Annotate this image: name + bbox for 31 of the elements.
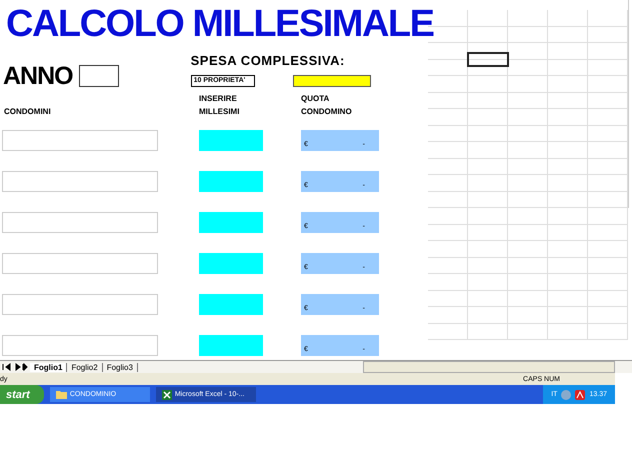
total-expense-field[interactable] — [292, 75, 371, 87]
total-expense-label: SPESA COMPLESSIVA: — [190, 53, 345, 68]
sheet-tab[interactable]: Foglio2 — [67, 362, 103, 372]
sheet-nav-icon[interactable] — [0, 363, 30, 371]
millesimi-field[interactable] — [199, 294, 263, 314]
sheet-tab[interactable]: Foglio3 — [102, 362, 138, 372]
millesimi-field[interactable] — [199, 170, 263, 192]
millesimi-field[interactable] — [199, 212, 263, 232]
millesimi-field[interactable] — [199, 334, 263, 356]
owner-name-field[interactable] — [2, 334, 158, 356]
year-label: ANNO — [3, 62, 73, 90]
owner-name-field[interactable] — [2, 130, 158, 150]
network-icon[interactable] — [561, 390, 572, 400]
selected-cell[interactable] — [467, 52, 509, 67]
millesimi-field[interactable] — [199, 130, 263, 150]
owner-name-field[interactable] — [2, 294, 158, 314]
millesimi-field[interactable] — [199, 252, 263, 274]
owner-name-field[interactable] — [2, 170, 158, 192]
spreadsheet-icon — [162, 390, 172, 400]
owner-name-field[interactable] — [2, 212, 158, 232]
sheet-title: CALCOLO MILLESIMALE — [6, 2, 434, 47]
horizontal-scrollbar[interactable] — [363, 361, 615, 373]
start-button[interactable]: start — [0, 385, 44, 404]
owner-name-field[interactable] — [2, 252, 158, 274]
column-header: QUOTA CONDOMINO — [301, 93, 353, 118]
sheet-tab[interactable]: Foglio1 — [30, 362, 68, 372]
column-header: CONDOMINI — [4, 106, 52, 118]
year-field[interactable] — [78, 65, 119, 87]
antivirus-icon[interactable] — [575, 390, 586, 400]
column-header: INSERIRE MILLESIMI — [199, 93, 240, 118]
folder-icon — [56, 390, 67, 399]
